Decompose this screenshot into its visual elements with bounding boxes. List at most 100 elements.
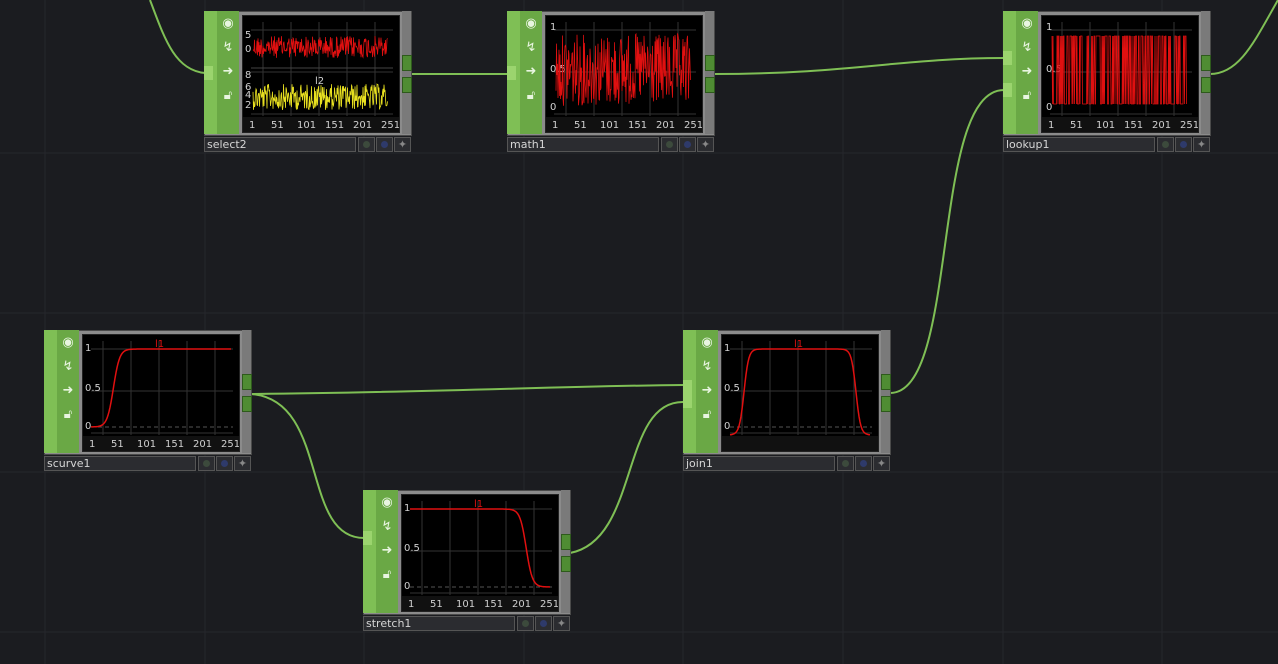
lock-icon[interactable]: 🔓︎ bbox=[697, 405, 717, 425]
output-connector-1[interactable] bbox=[402, 55, 412, 71]
y-tick-label: 0 bbox=[550, 102, 556, 113]
node-name-label[interactable]: select2 bbox=[204, 137, 356, 152]
info-toggle-button[interactable] bbox=[679, 137, 696, 152]
pin-icon[interactable]: ✦ bbox=[697, 137, 714, 152]
channel-curve-1 bbox=[252, 36, 388, 59]
cooking-toggle-button[interactable] bbox=[837, 456, 854, 471]
bypass-icon[interactable]: ↯ bbox=[521, 38, 541, 58]
channel-viewer[interactable]: 1 51 101 151 201 25110.50l1 bbox=[401, 494, 559, 612]
node-name-label[interactable]: lookup1 bbox=[1003, 137, 1155, 152]
y-tick-label: 2 bbox=[245, 100, 251, 111]
input-connector-2[interactable] bbox=[1003, 83, 1012, 97]
channel-name-label: l1 bbox=[474, 499, 483, 510]
output-connector-1[interactable] bbox=[881, 374, 891, 390]
output-connector-1[interactable] bbox=[242, 374, 252, 390]
y-tick-label: 5 bbox=[245, 30, 251, 41]
info-toggle-button[interactable] bbox=[376, 137, 393, 152]
output-connector-1[interactable] bbox=[1201, 55, 1211, 71]
viewer-icon[interactable]: ◉ bbox=[377, 493, 397, 513]
channel-curve-2 bbox=[252, 83, 388, 110]
bypass-icon[interactable]: ↯ bbox=[377, 517, 397, 537]
pin-icon[interactable]: ✦ bbox=[553, 616, 570, 631]
pin-icon[interactable]: ✦ bbox=[394, 137, 411, 152]
x-tick-label: 101 bbox=[297, 120, 316, 131]
lock-icon[interactable]: 🔓︎ bbox=[521, 86, 541, 106]
lock-icon[interactable]: 🔓︎ bbox=[218, 86, 238, 106]
channel-viewer[interactable]: 1 51 101 151 201 25110.50l1 bbox=[82, 334, 240, 452]
cooking-toggle-button[interactable] bbox=[1157, 137, 1174, 152]
x-tick-label: 151 bbox=[484, 599, 503, 610]
node-name-label[interactable]: math1 bbox=[507, 137, 659, 152]
output-connector-2[interactable] bbox=[561, 556, 571, 572]
input-connector-1[interactable] bbox=[1003, 51, 1012, 65]
input-strip[interactable] bbox=[44, 330, 58, 453]
y-tick-label: 0 bbox=[1046, 102, 1052, 113]
cooking-toggle-button[interactable] bbox=[358, 137, 375, 152]
display-icon[interactable]: ➜ bbox=[521, 62, 541, 82]
display-icon[interactable]: ➜ bbox=[58, 381, 78, 401]
x-tick-label: 151 bbox=[325, 120, 344, 131]
operator-node-stretch1[interactable]: ◉ ↯ ➜ 🔓︎ 1 51 101 151 201 251 1 0.5 0 l1 stretch1… bbox=[363, 490, 571, 635]
bypass-icon[interactable]: ↯ bbox=[218, 38, 238, 58]
operator-node-lookup1[interactable]: ◉ ↯ ➜ 🔓︎ 1 51 101 151 201 251 1 0.5 0 lookup1 ✦ bbox=[1003, 11, 1211, 156]
operator-node-scurve1[interactable]: ◉ ↯ ➜ 🔓︎ 1 51 101 151 201 251 1 0.5 0 l1 scurve1 … bbox=[44, 330, 252, 475]
pin-icon[interactable]: ✦ bbox=[1193, 137, 1210, 152]
info-toggle-button[interactable] bbox=[855, 456, 872, 471]
info-toggle-button[interactable] bbox=[216, 456, 233, 471]
viewer-icon[interactable]: ◉ bbox=[697, 333, 717, 353]
node-name-label[interactable]: stretch1 bbox=[363, 616, 515, 631]
lock-icon[interactable]: 🔓︎ bbox=[58, 405, 78, 425]
lock-icon[interactable]: 🔓︎ bbox=[1017, 86, 1037, 106]
bypass-icon[interactable]: ↯ bbox=[697, 357, 717, 377]
cooking-toggle-button[interactable] bbox=[661, 137, 678, 152]
input-connector[interactable] bbox=[204, 66, 213, 80]
output-connector-2[interactable] bbox=[1201, 77, 1211, 93]
operator-node-select2[interactable]: ◉ ↯ ➜ 🔓︎ 1 51 101 151 201 251 5 0 8 6 4 2 l2 select2… bbox=[204, 11, 412, 156]
node-name-label[interactable]: join1 bbox=[683, 456, 835, 471]
input-connector-1[interactable] bbox=[683, 380, 692, 394]
pin-icon[interactable]: ✦ bbox=[873, 456, 890, 471]
bypass-icon[interactable]: ↯ bbox=[1017, 38, 1037, 58]
viewer-icon[interactable]: ◉ bbox=[1017, 14, 1037, 34]
display-icon[interactable]: ➜ bbox=[697, 381, 717, 401]
channel-viewer[interactable]: 1 51 101 151 201 251508642l2 bbox=[242, 15, 400, 133]
pin-icon[interactable]: ✦ bbox=[234, 456, 251, 471]
x-tick-label: 251 bbox=[684, 120, 703, 131]
info-toggle-button[interactable] bbox=[1175, 137, 1192, 152]
lock-icon[interactable]: 🔓︎ bbox=[377, 565, 397, 585]
input-strip[interactable] bbox=[1003, 11, 1017, 134]
channel-viewer[interactable]: 1 51 101 151 201 25110.50 bbox=[545, 15, 703, 133]
info-toggle-button[interactable] bbox=[535, 616, 552, 631]
display-icon[interactable]: ➜ bbox=[1017, 62, 1037, 82]
display-icon[interactable]: ➜ bbox=[377, 541, 397, 561]
channel-curve bbox=[729, 348, 871, 436]
input-connector[interactable] bbox=[507, 66, 516, 80]
y-tick-label: 0.5 bbox=[404, 543, 420, 554]
channel-viewer[interactable]: 1 51 101 151 201 25110.50 bbox=[1041, 15, 1199, 133]
input-connector[interactable] bbox=[363, 531, 372, 545]
operator-node-join1[interactable]: ◉ ↯ ➜ 🔓︎ 1 0.5 0 l1 join1 ✦ bbox=[683, 330, 891, 475]
x-tick-label: 251 bbox=[381, 120, 400, 131]
display-icon[interactable]: ➜ bbox=[218, 62, 238, 82]
output-connector-2[interactable] bbox=[705, 77, 715, 93]
viewer-icon[interactable]: ◉ bbox=[521, 14, 541, 34]
operator-node-math1[interactable]: ◉ ↯ ➜ 🔓︎ 1 51 101 151 201 251 1 0.5 0 math1 ✦ bbox=[507, 11, 715, 156]
output-connector-2[interactable] bbox=[402, 77, 412, 93]
viewer-icon[interactable]: ◉ bbox=[58, 333, 78, 353]
input-connector-2[interactable] bbox=[683, 394, 692, 408]
output-connector-2[interactable] bbox=[881, 396, 891, 412]
node-name-label[interactable]: scurve1 bbox=[44, 456, 196, 471]
output-connector-1[interactable] bbox=[561, 534, 571, 550]
y-tick-label: 0.5 bbox=[85, 383, 101, 394]
channel-viewer[interactable]: 1 0.5 0 l1 bbox=[721, 334, 879, 452]
x-tick-label: 151 bbox=[165, 439, 184, 450]
x-tick-label: 1 bbox=[408, 599, 414, 610]
viewer-icon[interactable]: ◉ bbox=[218, 14, 238, 34]
output-connector-1[interactable] bbox=[705, 55, 715, 71]
input-strip[interactable] bbox=[363, 490, 377, 613]
cooking-toggle-button[interactable] bbox=[517, 616, 534, 631]
cooking-toggle-button[interactable] bbox=[198, 456, 215, 471]
x-tick-label: 101 bbox=[1096, 120, 1115, 131]
bypass-icon[interactable]: ↯ bbox=[58, 357, 78, 377]
output-connector-2[interactable] bbox=[242, 396, 252, 412]
